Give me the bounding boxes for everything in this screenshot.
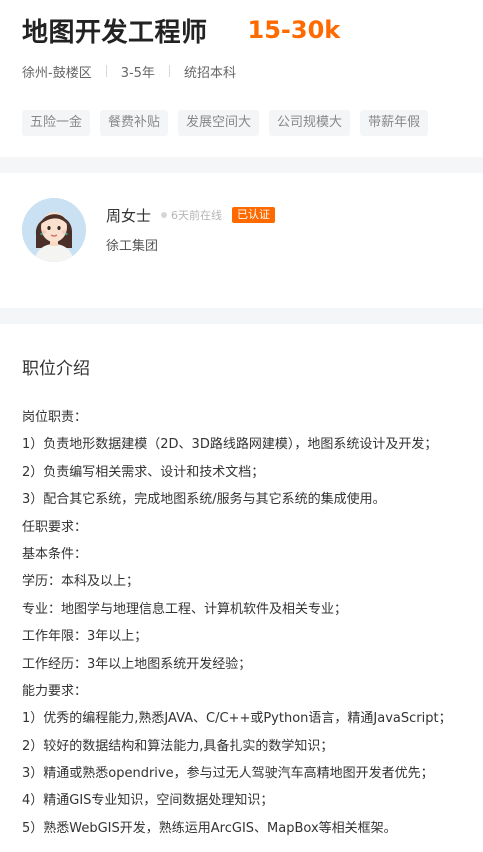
description-line: 2）较好的数据结构和算法能力,具备扎实的数学知识；: [22, 738, 334, 754]
description-line: 工作年限：3年以上；: [22, 629, 148, 645]
recruiter-company: 徐工集团: [106, 239, 159, 254]
salary: 15-30k: [247, 16, 341, 44]
description-line: 5）熟悉WebGIS开发，熟练运用ArcGIS、MapBox等相关框架。: [22, 820, 397, 836]
divider: [168, 65, 170, 77]
job-location: 徐州-鼓楼区: [22, 65, 92, 81]
job-education: 统招本科: [183, 65, 236, 81]
job-experience: 3-5年: [120, 65, 155, 81]
description-line: 工作经历：3年以上地图系统开发经验；: [22, 656, 252, 672]
description-line: 岗位职责：: [22, 410, 88, 425]
benefit-tag: 五险一金: [22, 110, 91, 136]
description-line: 基本条件：: [22, 546, 88, 562]
online-status: 6天前在线: [171, 209, 223, 222]
description-line: 1）优秀的编程能力,熟悉JAVA、C/C++或Python语言，精通JavaSc…: [22, 711, 452, 727]
recruiter-card[interactable]: 周女士 6天前在线 已认证 徐工集团: [0, 173, 483, 308]
description-line: 3）精通或熟悉opendrive，参与过无人驾驶汽车高精地图开发者优先；: [22, 766, 434, 782]
female-avatar-icon: [22, 198, 86, 262]
section-title: 职位介绍: [22, 359, 90, 379]
description-line: 能力要求：: [22, 683, 88, 699]
section-gap: [0, 308, 483, 324]
job-header: 地图开发工程师 15-30k 徐州-鼓楼区 3-5年 统招本科 五险一金 餐费补…: [0, 0, 483, 157]
benefit-tag: 公司规模大: [269, 110, 351, 136]
online-status-dot: [161, 212, 168, 218]
job-meta: 徐州-鼓楼区 3-5年 统招本科: [22, 60, 236, 82]
description-line: 学历：本科及以上；: [22, 574, 140, 590]
avatar[interactable]: [22, 198, 86, 262]
description-lines: 岗位职责： 1）负责地形数据建模（2D、3D路线路网建模），地图系统设计及开发；…: [22, 404, 477, 842]
description-line: 专业：地图学与地理信息工程、计算机软件及相关专业；: [22, 601, 348, 617]
verified-badge: 已认证: [232, 207, 276, 223]
benefit-tag: 发展空间大: [178, 110, 260, 136]
description-line: 1）负责地形数据建模（2D、3D路线路网建模），地图系统设计及开发；: [22, 437, 438, 453]
section-gap: [0, 157, 483, 173]
description-line: 3）配合其它系统，完成地图系统/服务与其它系统的集成使用。: [22, 492, 386, 508]
title-row: 地图开发工程师 15-30k: [22, 10, 340, 50]
recruiter-name: 周女士: [106, 206, 152, 225]
benefit-tags: 五险一金 餐费补贴 发展空间大 公司规模大 带薪年假: [22, 110, 429, 136]
benefit-tag: 带薪年假: [360, 110, 429, 136]
divider: [105, 65, 107, 77]
description-line: 任职要求：: [22, 519, 88, 535]
benefit-tag: 餐费补贴: [100, 110, 169, 136]
description-line: 4）精通GIS专业知识，空间数据处理知识；: [22, 793, 274, 809]
recruiter-line: 周女士 6天前在线 已认证: [106, 205, 276, 225]
description-line: 2）负责编写相关需求、设计和技术文档；: [22, 464, 265, 480]
job-title: 地图开发工程师: [22, 17, 208, 48]
